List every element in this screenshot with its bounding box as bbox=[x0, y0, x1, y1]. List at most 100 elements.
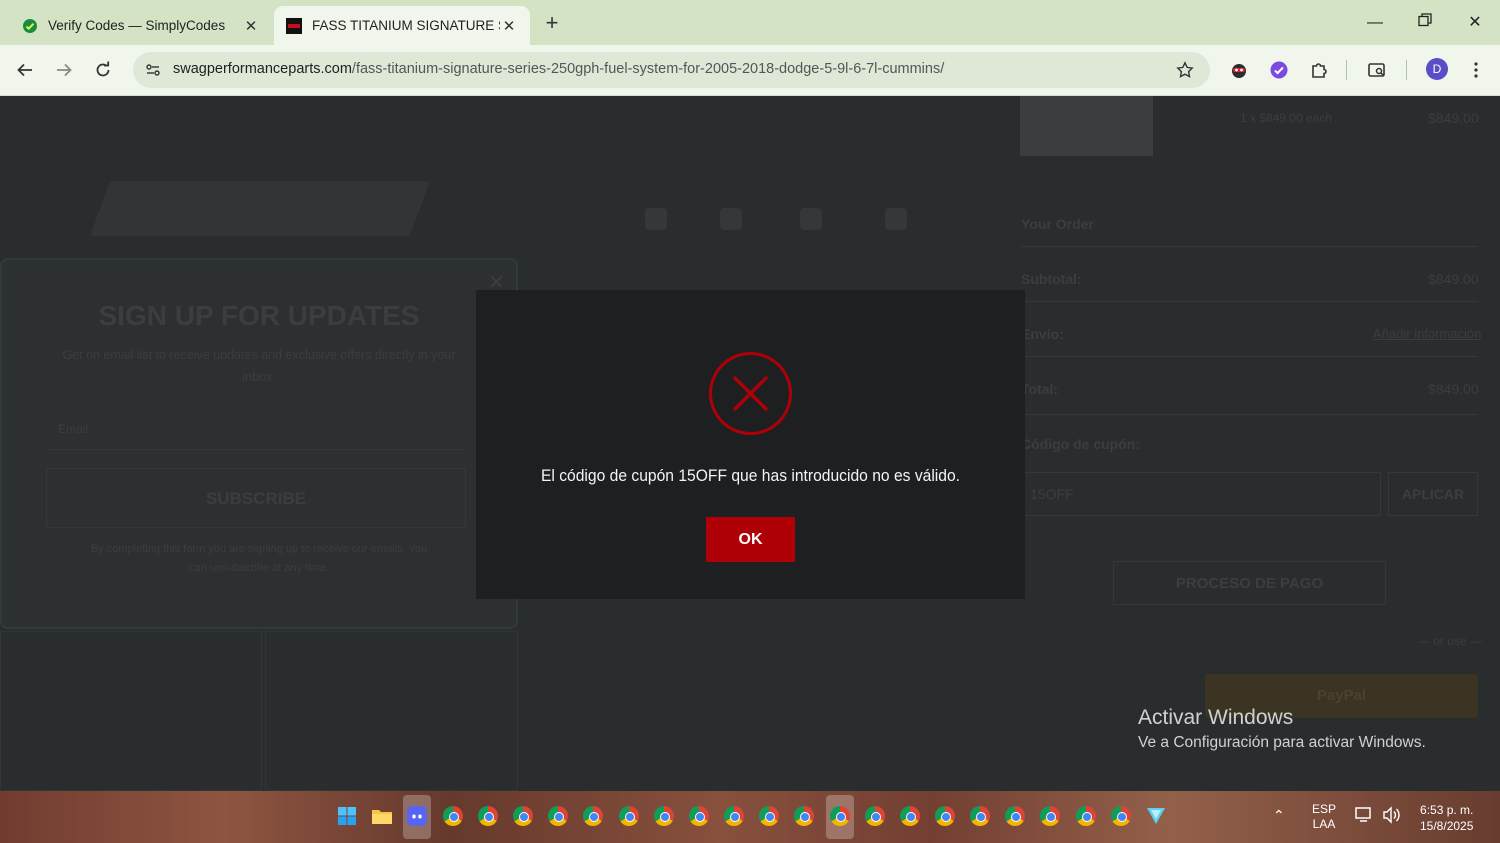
spy-extension-icon[interactable] bbox=[1227, 58, 1251, 82]
tab-search-icon[interactable] bbox=[1365, 58, 1389, 82]
product-thumbnail bbox=[1020, 96, 1153, 156]
chrome-icon[interactable] bbox=[687, 804, 711, 828]
tab-simplycodes[interactable]: Verify Codes — SimplyCodes ✕ bbox=[10, 6, 272, 45]
chrome-icon[interactable] bbox=[617, 804, 641, 828]
close-tab-icon[interactable]: ✕ bbox=[500, 17, 518, 35]
apply-label: APLICAR bbox=[1401, 486, 1465, 502]
compare-icon[interactable] bbox=[800, 208, 822, 230]
chrome-icon[interactable] bbox=[792, 804, 816, 828]
signup-popup: ✕ SIGN UP FOR UPDATES Get on email list … bbox=[0, 258, 518, 629]
divider bbox=[1021, 301, 1478, 302]
language-indicator[interactable]: ESP LAA bbox=[1312, 802, 1336, 832]
checkout-label: PROCESO DE PAGO bbox=[1175, 575, 1324, 592]
restore-icon[interactable] bbox=[1410, 10, 1440, 36]
toolbar-divider bbox=[1346, 60, 1347, 80]
vpn-app-icon[interactable] bbox=[1144, 804, 1168, 828]
chrome-icon[interactable] bbox=[1109, 804, 1133, 828]
simplycodes-favicon-icon bbox=[22, 18, 38, 34]
coupon-error-modal: El código de cupón 15OFF que has introdu… bbox=[476, 290, 1025, 599]
tab-fass[interactable]: FASS TITANIUM SIGNATURE SERIES ✕ bbox=[274, 6, 530, 45]
chrome-icon[interactable] bbox=[757, 804, 781, 828]
shipping-label: Envío: bbox=[1021, 326, 1064, 342]
bookmark-star-icon[interactable] bbox=[1174, 59, 1196, 81]
ok-button[interactable]: OK bbox=[706, 517, 795, 562]
coupon-label: Código de cupón: bbox=[1021, 436, 1140, 452]
start-icon[interactable] bbox=[335, 804, 359, 828]
lang-line1: ESP bbox=[1312, 802, 1337, 816]
tray-expand-icon[interactable]: ⌃ bbox=[1273, 807, 1285, 824]
total-label: Total: bbox=[1021, 381, 1059, 397]
chrome-icon[interactable] bbox=[863, 804, 887, 828]
paypal-label: PayPal bbox=[1316, 687, 1367, 704]
apply-coupon-button[interactable]: APLICAR bbox=[1388, 472, 1478, 516]
clock-time: 6:53 p. m. bbox=[1420, 803, 1474, 817]
chrome-icon[interactable] bbox=[968, 804, 992, 828]
watermark-subtitle: Ve a Configuración para activar Windows. bbox=[1138, 734, 1426, 751]
subtotal-label: Subtotal: bbox=[1021, 271, 1082, 287]
tab-title: Verify Codes — SimplyCodes bbox=[48, 18, 226, 33]
error-message: El código de cupón 15OFF que has introdu… bbox=[540, 466, 961, 485]
simplycodes-extension-icon[interactable] bbox=[1267, 58, 1291, 82]
windows-taskbar: ⌃ ESP LAA 6:53 p. m. 15/8/2025 bbox=[0, 791, 1500, 843]
subscribe-label: SUBSCRIBE bbox=[205, 489, 307, 508]
coupon-input[interactable]: 15OFF bbox=[1021, 472, 1381, 516]
clock[interactable]: 6:53 p. m. 15/8/2025 bbox=[1420, 802, 1473, 834]
chrome-icon[interactable] bbox=[1003, 804, 1027, 828]
volume-icon[interactable] bbox=[1382, 806, 1402, 827]
search-icon[interactable] bbox=[645, 208, 667, 230]
footer-panel bbox=[265, 631, 518, 791]
shipping-link[interactable]: Añadir información bbox=[1373, 326, 1481, 341]
account-icon[interactable] bbox=[720, 208, 742, 230]
subtotal-value: $849.00 bbox=[1428, 271, 1479, 287]
chrome-icon[interactable] bbox=[652, 804, 676, 828]
checkout-button[interactable]: PROCESO DE PAGO bbox=[1113, 561, 1386, 605]
site-logo bbox=[89, 181, 431, 236]
chrome-icon[interactable] bbox=[1074, 804, 1098, 828]
item-price-line: 1 x $849.00 each bbox=[1240, 111, 1333, 125]
url-text: swagperformanceparts.com/fass-titanium-s… bbox=[173, 61, 944, 77]
chrome-icon[interactable] bbox=[828, 804, 852, 828]
extensions-puzzle-icon[interactable] bbox=[1307, 58, 1331, 82]
tab-title: FASS TITANIUM SIGNATURE SERIES bbox=[312, 18, 500, 33]
browser-toolbar: swagperformanceparts.com/fass-titanium-s… bbox=[0, 45, 1500, 96]
divider bbox=[1021, 414, 1478, 415]
menu-kebab-icon[interactable] bbox=[1464, 58, 1488, 82]
new-tab-icon[interactable]: + bbox=[540, 10, 564, 36]
discord-icon[interactable] bbox=[405, 804, 429, 828]
close-window-icon[interactable]: ✕ bbox=[1460, 10, 1490, 36]
chrome-icon[interactable] bbox=[722, 804, 746, 828]
network-icon[interactable] bbox=[1355, 806, 1375, 827]
email-placeholder: Email bbox=[58, 422, 89, 436]
site-info-icon[interactable] bbox=[141, 58, 165, 82]
address-bar[interactable]: swagperformanceparts.com/fass-titanium-s… bbox=[133, 52, 1210, 88]
watermark-title: Activar Windows bbox=[1138, 706, 1294, 729]
chrome-icon[interactable] bbox=[476, 804, 500, 828]
url-domain: swagperformanceparts.com bbox=[173, 61, 352, 77]
forward-icon[interactable] bbox=[51, 57, 77, 83]
chrome-icon[interactable] bbox=[933, 804, 957, 828]
signup-disclaimer: By completing this form you are signing … bbox=[90, 543, 428, 574]
swag-favicon-icon bbox=[286, 17, 302, 34]
chrome-icon[interactable] bbox=[441, 804, 465, 828]
minimize-icon[interactable]: — bbox=[1360, 10, 1390, 36]
chrome-icon[interactable] bbox=[581, 804, 605, 828]
reload-icon[interactable] bbox=[90, 57, 116, 83]
error-x-icon bbox=[708, 351, 793, 436]
chrome-icon[interactable] bbox=[511, 804, 535, 828]
profile-avatar[interactable]: D bbox=[1426, 58, 1448, 80]
or-use-text: — or use — bbox=[1418, 634, 1483, 648]
signup-email-input[interactable]: Email bbox=[46, 410, 466, 450]
your-order-heading: Your Order bbox=[1021, 216, 1094, 232]
signup-title: SIGN UP FOR UPDATES bbox=[98, 300, 420, 331]
chrome-icon[interactable] bbox=[546, 804, 570, 828]
subscribe-button[interactable]: SUBSCRIBE bbox=[46, 468, 466, 528]
file-explorer-icon[interactable] bbox=[370, 804, 394, 828]
divider bbox=[1021, 246, 1478, 247]
back-icon[interactable] bbox=[12, 57, 38, 83]
chrome-icon[interactable] bbox=[898, 804, 922, 828]
cart-icon[interactable] bbox=[885, 208, 907, 230]
url-path: /fass-titanium-signature-series-250gph-f… bbox=[351, 61, 945, 77]
close-tab-icon[interactable]: ✕ bbox=[242, 17, 260, 35]
chrome-icon[interactable] bbox=[1038, 804, 1062, 828]
windows-activation-watermark: Activar Windows Ve a Configuración para … bbox=[1138, 706, 1426, 752]
